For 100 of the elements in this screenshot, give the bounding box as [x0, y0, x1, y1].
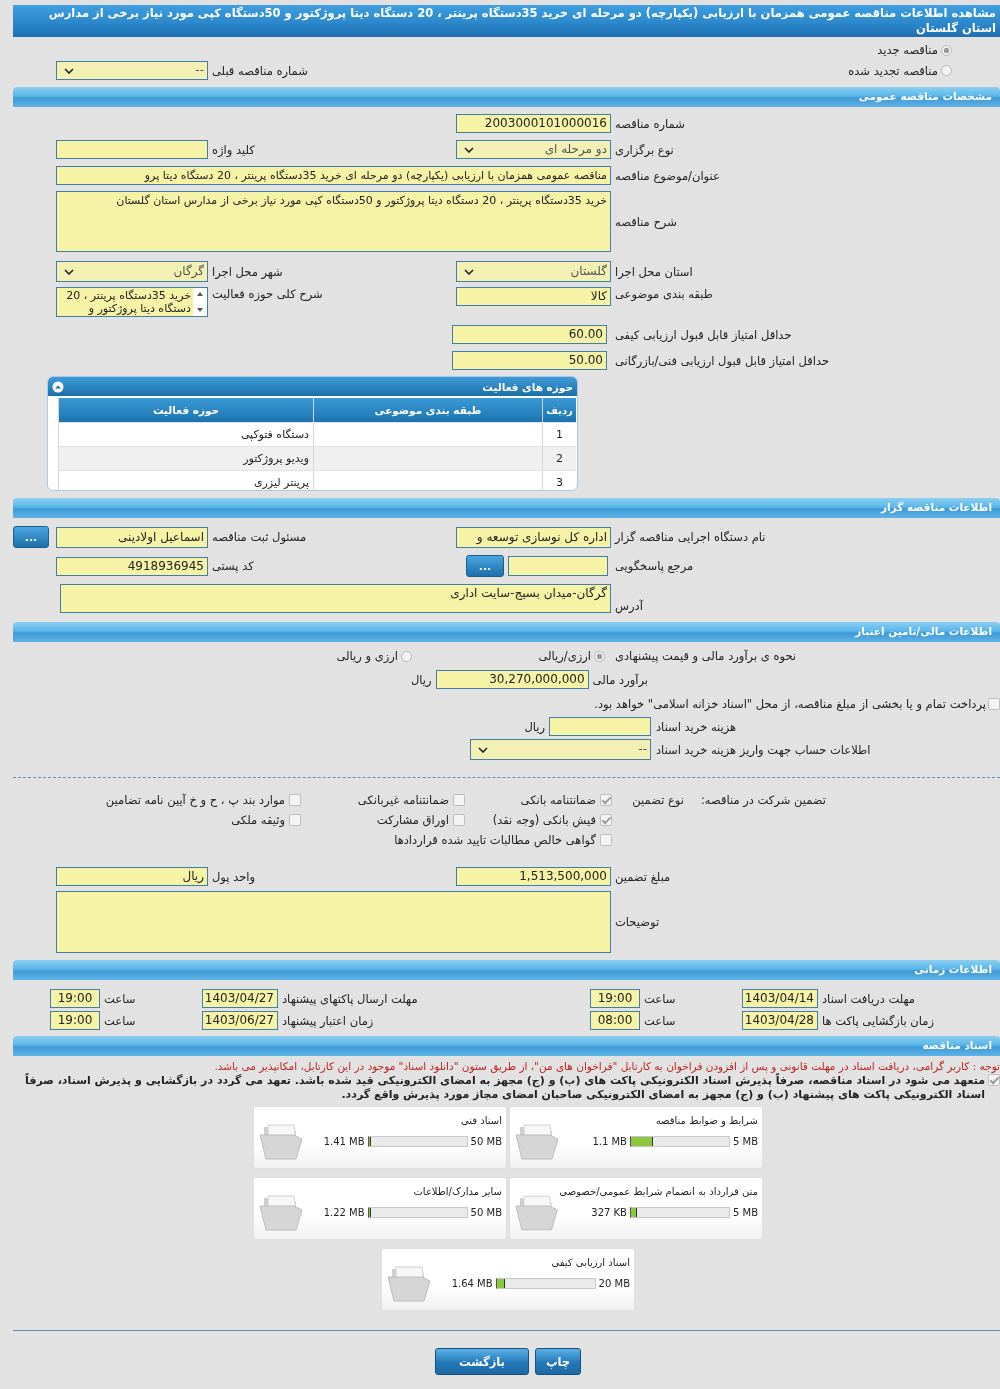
document-title: متن قرارداد به انضمام شرایط عمومی/خصوصی [559, 1186, 758, 1197]
checkbox[interactable] [453, 794, 465, 806]
field-label: آدرس [614, 599, 644, 613]
radio-button[interactable] [594, 650, 605, 662]
panel-title: حوزه های فعالیت [482, 380, 573, 393]
document-title: اسناد ارزیابی کیفی [550, 1257, 630, 1268]
time-field[interactable]: 08:00 [590, 1011, 640, 1030]
category-field[interactable]: کالا [456, 287, 611, 306]
checkbox-label: فیش بانکی (وجه نقد) [492, 813, 596, 827]
field-label: اطلاعات حساب جهت واریز هزینه خرید اسناد [655, 742, 872, 757]
table-cell: 3 [542, 471, 576, 490]
date-field[interactable]: 1403/04/14 [742, 989, 818, 1008]
checkbox[interactable] [988, 698, 1000, 710]
checkbox-label: وثیقه ملکی [231, 813, 285, 827]
field-label: شرح مناقصه [614, 214, 678, 229]
technical-score-field[interactable]: 50.00 [452, 351, 607, 370]
checkbox[interactable] [600, 794, 612, 806]
registrar-field[interactable]: اسماعیل اولادینی [56, 526, 208, 548]
checkbox[interactable] [600, 814, 612, 826]
unit-label: ریال [411, 672, 432, 687]
collapse-icon[interactable] [52, 380, 64, 393]
section-header: اسناد مناقصه [13, 1036, 1000, 1056]
field-label: مرجع پاسخگویی [614, 559, 695, 573]
radio-button[interactable] [941, 65, 952, 76]
file-size: 1.1 MB [592, 1136, 627, 1147]
address-field[interactable]: گرگان-میدان بسیج-سایت اداری [60, 584, 611, 613]
field-label: شماره مناقصه قبلی [211, 63, 309, 78]
field-label: ساعت [643, 1013, 677, 1028]
quality-score-field[interactable]: 60.00 [452, 325, 607, 344]
radio-label: ارزی/ریالی [538, 649, 591, 663]
scroll-arrows-icon [193, 288, 207, 316]
chevron-down-icon [464, 146, 474, 153]
radio-label: مناقصه تجدید شده [848, 63, 938, 78]
date-field[interactable]: 1403/06/27 [202, 1011, 278, 1030]
field-label: نوع تضمین [631, 793, 684, 807]
checkbox-label: پرداخت تمام و یا بخشی از مبلغ مناقصه، از محل "اسناد خزانه اسلامی" خواهد بود. [594, 697, 986, 711]
postal-code-field[interactable]: 4918936945 [56, 556, 208, 576]
column-header: حوزه فعالیت [58, 398, 313, 422]
page-title: مشاهده اطلاعات مناقصه عمومی همزمان با ارزیابی (یکپارچه) دو مرحله ای خرید 35دستگاه پرینتر ، 20 دستگاه دیتا پروژکتور و 50دستگاه کپی مورد نیاز برخی از مدارس استان گلستان [13, 5, 1000, 37]
radio-label: مناقصه جدید [877, 43, 938, 57]
checkbox-label: گواهی خالص مطالبات تایید شده قراردادها [394, 833, 596, 847]
date-field[interactable]: 1403/04/28 [742, 1011, 818, 1030]
chevron-down-icon [64, 268, 74, 275]
action-button[interactable]: چاپ [535, 1348, 581, 1375]
field-label: ساعت [103, 1013, 137, 1028]
checkbox[interactable] [289, 794, 301, 806]
column-header: طبقه بندی موضوعی [313, 398, 542, 422]
field-label: تضمین شرکت در مناقصه: [699, 793, 826, 807]
checkbox[interactable] [600, 834, 612, 846]
date-field[interactable]: 1403/04/27 [202, 989, 278, 1008]
table-cell: پرینتر لیزری [58, 471, 313, 490]
field-label: مهلت دریافت اسناد [821, 991, 916, 1006]
agency-field[interactable]: اداره کل نوسازی توسعه و [456, 526, 611, 548]
province-dropdown[interactable]: گلستان [456, 261, 611, 282]
field-label: مهلت ارسال پاکتهای پیشنهاد [281, 991, 419, 1006]
time-field[interactable]: 19:00 [50, 1011, 100, 1030]
notice-text: توجه : کاربر گرامی، دریافت اسناد در مهلت قانونی و پس از افزودن فراخوان به کارتابل "فراخوان های من"، از طریق ستون "دانلود اسناد" موجود در این کارتابل، امکانپذیر می باشد. [213, 1060, 1000, 1072]
time-field[interactable]: 19:00 [50, 989, 100, 1008]
table-cell: ویدیو پروژکتور [58, 447, 313, 470]
radio-button[interactable] [401, 650, 412, 662]
field-label: عنوان/موضوع مناقصه [614, 168, 721, 183]
browse-button[interactable]: ... [466, 555, 504, 577]
holding-type-dropdown[interactable]: دو مرحله ای [456, 140, 611, 159]
subject-field[interactable]: مناقصه عمومی همزمان با ارزیابی (یکپارچه) دو مرحله ای خرید 35دستگاه پرینتر ، 20 دستگاه دیتا پرو [56, 166, 611, 185]
field-label: حداقل امتیاز قابل قبول ارزیابی فنی/بازرگانی [614, 353, 831, 368]
document-fee-field[interactable] [549, 717, 651, 736]
chevron-down-icon [478, 746, 488, 753]
field-label: ساعت [643, 991, 677, 1006]
field-label: نام دستگاه اجرایی مناقصه گزار [613, 530, 767, 544]
guarantee-amount-field[interactable]: 1,513,500,000 [456, 867, 611, 886]
section-header: اطلاعات مالی/تامین اعتبار [13, 622, 1000, 642]
field-label: شرح کلی حوزه فعالیت [211, 287, 324, 301]
section-header: اطلاعات زمانی [13, 960, 1000, 980]
previous-tender-dropdown[interactable]: -- [56, 61, 208, 80]
checkbox[interactable] [289, 814, 301, 826]
unit-label: ریال [524, 719, 545, 734]
time-field[interactable]: 19:00 [590, 989, 640, 1008]
field-label: شهر محل اجرا [211, 264, 284, 279]
keyword-field[interactable] [56, 140, 208, 159]
size-limit: 50 MB [470, 1136, 502, 1147]
activity-listbox[interactable]: خرید 35دستگاه پرینتر ، 20 دستگاه دیتا پروژکتور و [56, 287, 208, 317]
description-field[interactable]: خرید 35دستگاه پرینتر ، 20 دستگاه دیتا پروژکتور و 50دستگاه کپی مورد نیاز برخی از مدارس استان گلستان [56, 191, 611, 252]
checkbox-label: اوراق مشارکت [376, 813, 449, 827]
action-button[interactable]: بازگشت [435, 1348, 529, 1375]
currency-field[interactable]: ریال [56, 867, 208, 886]
reference-field[interactable] [508, 556, 608, 576]
radio-button[interactable] [941, 44, 952, 56]
field-label: هزینه خرید اسناد [655, 719, 738, 734]
notes-field[interactable] [56, 891, 611, 953]
checkbox[interactable] [453, 814, 465, 826]
field-label: واحد پول [211, 869, 257, 884]
tender-number-field[interactable]: 2003000101000016 [456, 114, 611, 133]
city-dropdown[interactable]: گرگان [56, 261, 208, 282]
checkbox[interactable] [988, 1074, 1000, 1086]
browse-button[interactable]: ... [13, 526, 49, 548]
account-dropdown[interactable]: -- [470, 739, 651, 760]
field-label: نوع برگزاری [614, 142, 675, 157]
estimate-field[interactable]: 30,270,000,000 [435, 670, 589, 689]
field-label: نحوه ی برآورد مالی و قیمت پیشنهادی [614, 649, 798, 663]
commitment-text: متعهد می شود در اسناد مناقصه، صرفاً پذیرش اسناد الکترونیکی پاکت های (ب) و (ج) مجهز به امضای الکترونیکی قید شده باشد. تعهد می گردد در بازگشایی و پذیرش اسناد، صرفاً اسناد الکترونیکی پاکت های پیشنهاد (ب) و (ج) مجهز به امضای الکترونیکی صاحبان امضای مجاز مورد پذیرش واقع گردد. [24, 1074, 985, 1102]
